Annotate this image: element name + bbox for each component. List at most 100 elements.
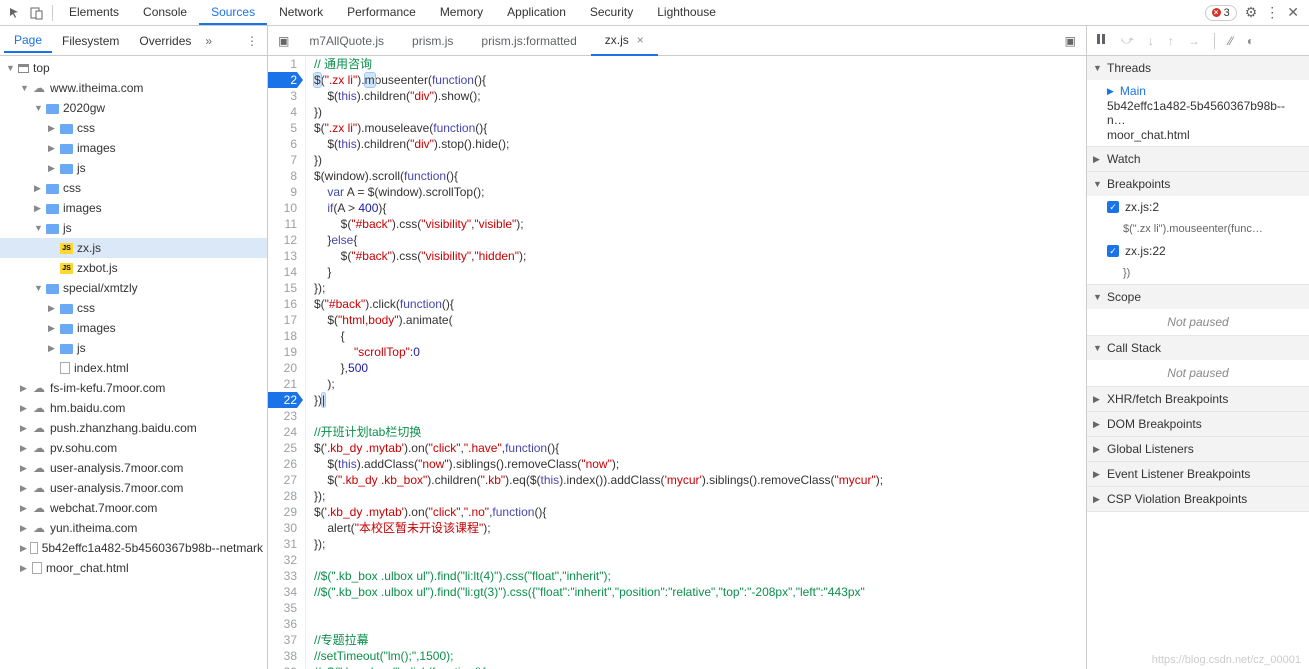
folder-icon: [46, 224, 59, 234]
breakpoint-item[interactable]: zx.js:2: [1087, 196, 1309, 218]
folder-icon: [46, 204, 59, 214]
section-global[interactable]: ▶Global Listeners: [1087, 437, 1309, 461]
tree-domain[interactable]: ▶webchat.7moor.com: [0, 498, 267, 518]
folder-icon: [46, 104, 59, 114]
js-file-icon: [60, 263, 73, 274]
cloud-icon: [32, 401, 46, 415]
cloud-icon: [32, 461, 46, 475]
tab-console[interactable]: Console: [131, 0, 199, 25]
breakpoint-source: $(".zx li").mouseenter(func…: [1087, 218, 1309, 240]
tree-folder-2020gw[interactable]: ▼2020gw: [0, 98, 267, 118]
tree-file-index[interactable]: index.html: [0, 358, 267, 378]
tree-folder-images[interactable]: ▶images: [0, 138, 267, 158]
tree-folder-css[interactable]: ▶css: [0, 118, 267, 138]
cloud-icon: [32, 381, 46, 395]
folder-icon: [60, 164, 73, 174]
thread-worker[interactable]: 5b42effc1a482-5b4560367b98b--n…: [1087, 102, 1309, 124]
checkbox-icon[interactable]: [1107, 201, 1119, 213]
tree-domain[interactable]: ▶push.zhanzhang.baidu.com: [0, 418, 267, 438]
tab-security[interactable]: Security: [578, 0, 645, 25]
deactivate-bp-icon[interactable]: ⁄⁄: [1229, 34, 1233, 48]
inspect-icon[interactable]: [4, 2, 26, 24]
section-dom[interactable]: ▶DOM Breakpoints: [1087, 412, 1309, 436]
debug-toggle-icon[interactable]: ▣: [1059, 34, 1082, 48]
tree-file-zxjs[interactable]: zx.js: [0, 238, 267, 258]
tree-domain[interactable]: ▶pv.sohu.com: [0, 438, 267, 458]
device-toggle-icon[interactable]: [26, 2, 48, 24]
tab-application[interactable]: Application: [495, 0, 578, 25]
tree-folder-js[interactable]: ▶js: [0, 158, 267, 178]
tab-performance[interactable]: Performance: [335, 0, 428, 25]
tree-domain[interactable]: ▶user-analysis.7moor.com: [0, 458, 267, 478]
navigator-toggle-icon[interactable]: ▣: [272, 34, 295, 48]
tab-lighthouse[interactable]: Lighthouse: [645, 0, 728, 25]
file-tab[interactable]: prism.js:formatted: [467, 26, 590, 55]
section-callstack[interactable]: ▼Call Stack: [1087, 336, 1309, 360]
checkbox-icon[interactable]: [1107, 245, 1119, 257]
file-tab-active[interactable]: zx.js×: [591, 27, 658, 56]
pause-on-exc-icon[interactable]: ◐: [1247, 34, 1254, 48]
file-tab[interactable]: m7AllQuote.js: [295, 26, 398, 55]
tree-folder-images[interactable]: ▶images: [0, 198, 267, 218]
step-icon[interactable]: →: [1188, 34, 1200, 48]
tree-domain[interactable]: ▶user-analysis.7moor.com: [0, 478, 267, 498]
step-into-icon[interactable]: ↓: [1148, 34, 1154, 48]
nav-tab-overrides[interactable]: Overrides: [129, 30, 201, 52]
tree-domain[interactable]: ▶hm.baidu.com: [0, 398, 267, 418]
step-over-icon[interactable]: ⤻: [1121, 33, 1134, 48]
section-scope[interactable]: ▼Scope: [1087, 285, 1309, 309]
js-file-icon: [60, 243, 73, 254]
tree-file-zxbot[interactable]: zxbot.js: [0, 258, 267, 278]
cloud-icon: [32, 441, 46, 455]
folder-icon: [60, 304, 73, 314]
section-breakpoints[interactable]: ▼Breakpoints: [1087, 172, 1309, 196]
error-badge[interactable]: 3: [1205, 5, 1237, 21]
html-file-icon: [60, 362, 70, 374]
tree-top[interactable]: ▼top: [0, 58, 267, 78]
tree-folder-images[interactable]: ▶images: [0, 318, 267, 338]
nav-menu-icon[interactable]: ⋮: [241, 34, 263, 48]
thread-worker[interactable]: moor_chat.html: [1087, 124, 1309, 146]
tree-domain[interactable]: ▶fs-im-kefu.7moor.com: [0, 378, 267, 398]
nav-more-icon[interactable]: »: [205, 34, 212, 48]
tree-folder-js[interactable]: ▼js: [0, 218, 267, 238]
code-editor[interactable]: 1234567891011121314151617181920212223242…: [268, 56, 1086, 669]
section-watch[interactable]: ▶Watch: [1087, 147, 1309, 171]
tree-domain[interactable]: ▶yun.itheima.com: [0, 518, 267, 538]
tree-folder-special[interactable]: ▼special/xmtzly: [0, 278, 267, 298]
tab-network[interactable]: Network: [267, 0, 335, 25]
tab-memory[interactable]: Memory: [428, 0, 495, 25]
tree-folder-css[interactable]: ▶css: [0, 178, 267, 198]
folder-icon: [60, 324, 73, 334]
pause-icon[interactable]: [1095, 33, 1107, 48]
tree-domain-itheima[interactable]: ▼www.itheima.com: [0, 78, 267, 98]
not-paused-label: Not paused: [1087, 309, 1309, 335]
more-icon[interactable]: ⋮: [1265, 4, 1279, 21]
folder-icon: [60, 144, 73, 154]
nav-tab-page[interactable]: Page: [4, 29, 52, 53]
file-tab[interactable]: prism.js: [398, 26, 467, 55]
section-threads[interactable]: ▼Threads: [1087, 56, 1309, 80]
cloud-icon: [32, 81, 46, 95]
settings-icon[interactable]: ⚙: [1245, 4, 1258, 21]
tab-elements[interactable]: Elements: [57, 0, 131, 25]
breakpoint-item[interactable]: zx.js:22: [1087, 240, 1309, 262]
tab-sources[interactable]: Sources: [199, 0, 267, 25]
step-out-icon[interactable]: ↑: [1168, 34, 1174, 48]
nav-tab-filesystem[interactable]: Filesystem: [52, 30, 129, 52]
tree-worker[interactable]: ▶moor_chat.html: [0, 558, 267, 578]
cloud-icon: [32, 501, 46, 515]
section-xhr[interactable]: ▶XHR/fetch Breakpoints: [1087, 387, 1309, 411]
tree-folder-js[interactable]: ▶js: [0, 338, 267, 358]
not-paused-label: Not paused: [1087, 360, 1309, 386]
close-tab-icon[interactable]: ×: [637, 33, 644, 47]
section-event[interactable]: ▶Event Listener Breakpoints: [1087, 462, 1309, 486]
section-csp[interactable]: ▶CSP Violation Breakpoints: [1087, 487, 1309, 511]
doc-icon: [32, 562, 42, 574]
close-icon[interactable]: ✕: [1287, 4, 1299, 21]
tree-worker[interactable]: ▶5b42effc1a482-5b4560367b98b--netmark: [0, 538, 267, 558]
devtools-toolbar: Elements Console Sources Network Perform…: [0, 0, 1309, 26]
folder-icon: [60, 124, 73, 134]
error-count: 3: [1224, 7, 1230, 19]
tree-folder-css[interactable]: ▶css: [0, 298, 267, 318]
